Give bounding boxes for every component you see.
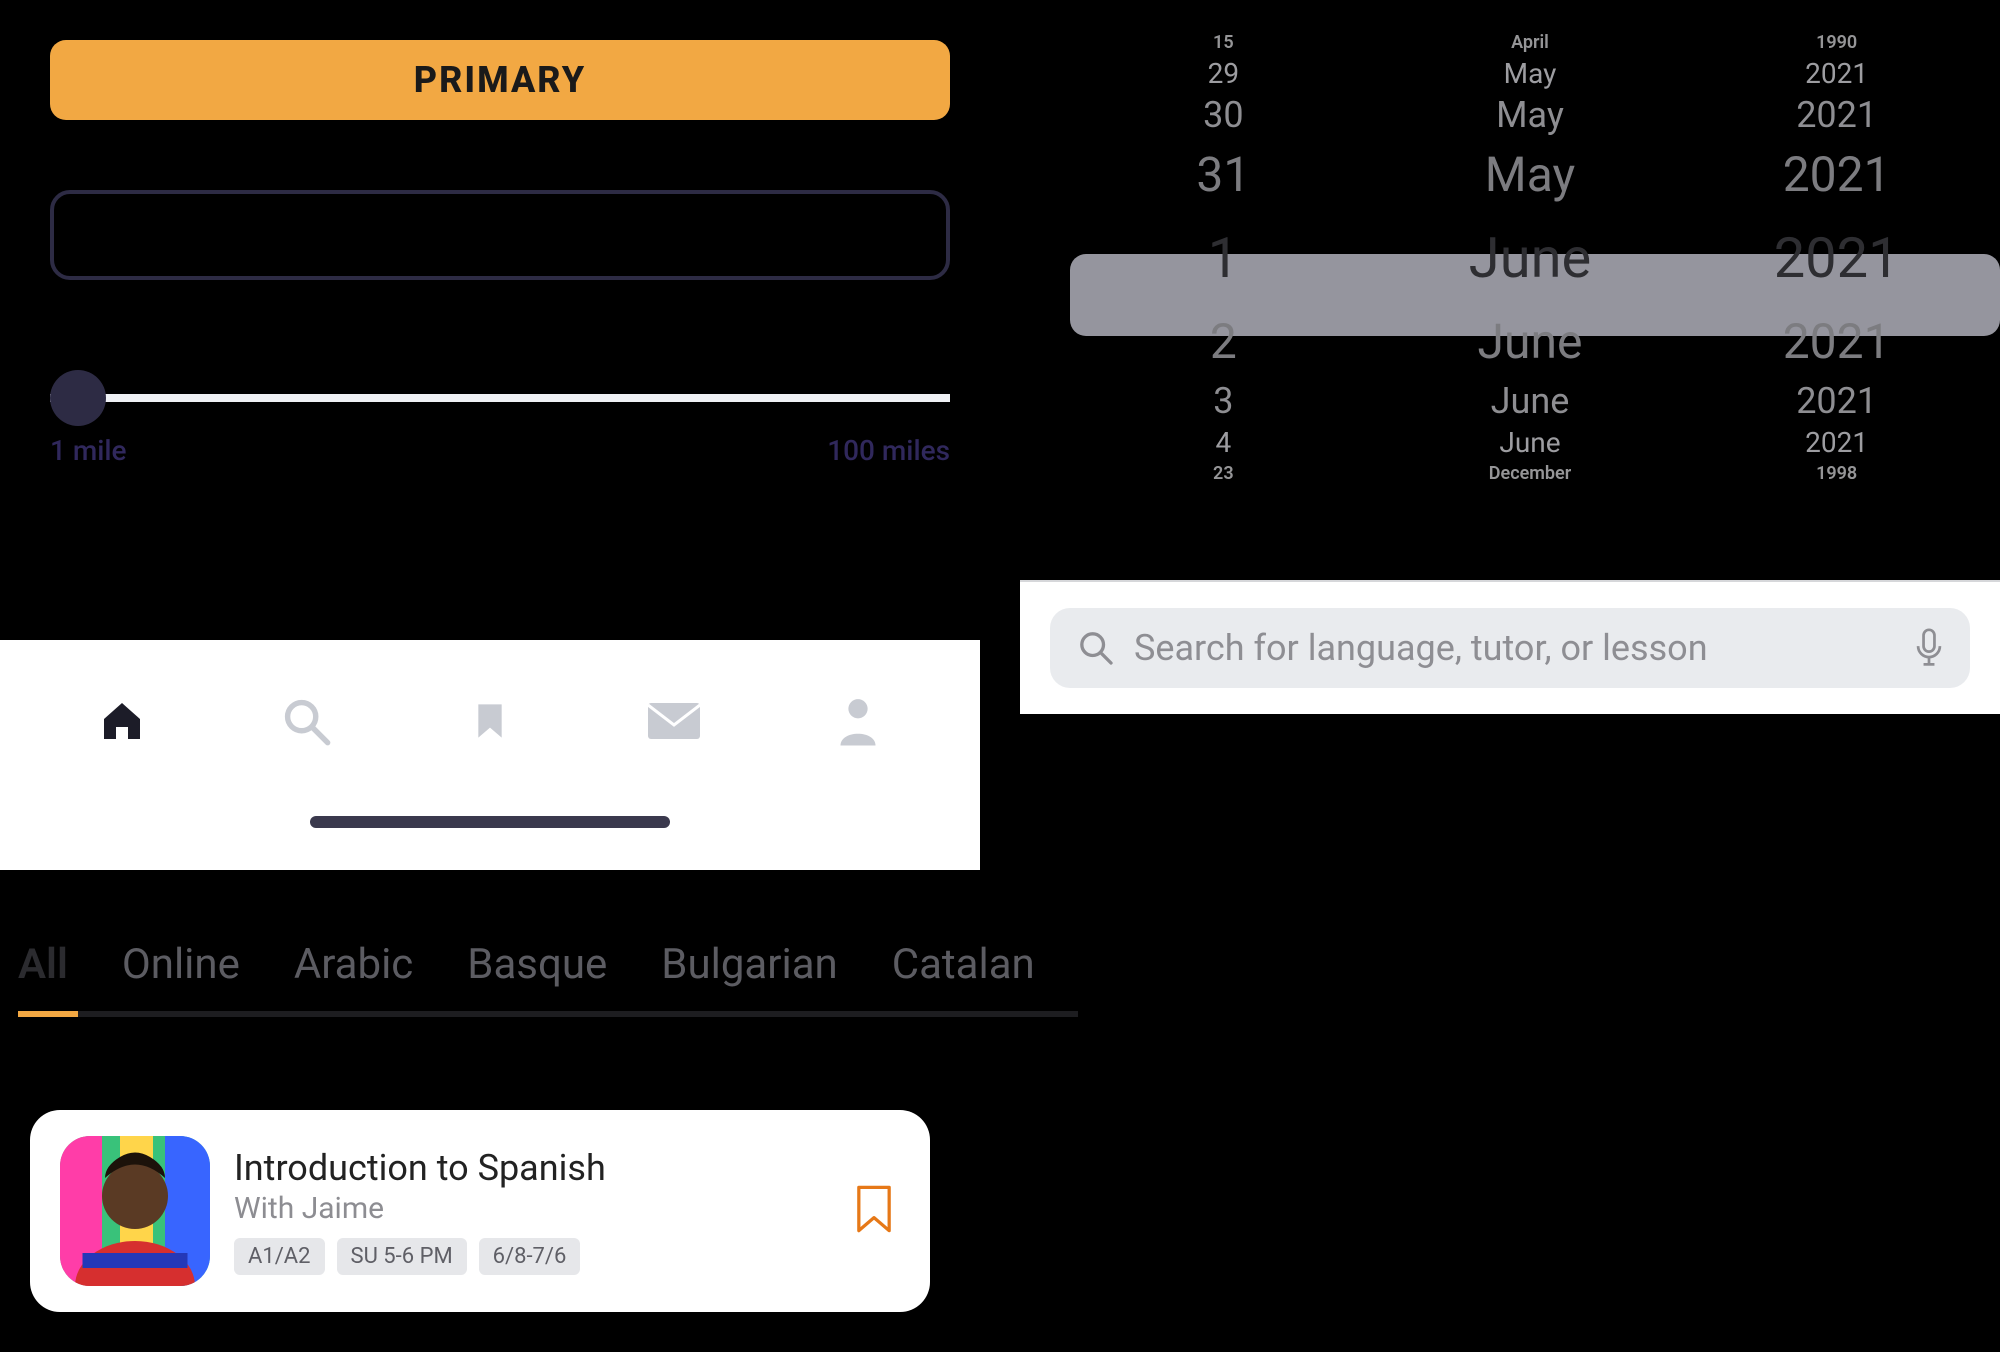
- date-picker-month: April: [1377, 32, 1684, 53]
- date-picker-year: 2021: [1683, 94, 1990, 136]
- date-picker-month: May: [1377, 94, 1684, 136]
- search-placeholder: Search for language, tutor, or lesson: [1134, 627, 1896, 669]
- tab-basque[interactable]: Basque: [467, 940, 607, 989]
- avatar: [60, 1136, 210, 1286]
- distance-slider[interactable]: 1 mile 100 miles: [50, 370, 950, 460]
- date-picker-month: June: [1377, 225, 1684, 291]
- date-picker-day: 15: [1070, 32, 1377, 53]
- date-picker-year: 2021: [1683, 57, 1990, 90]
- search-icon: [280, 695, 332, 747]
- search-input[interactable]: Search for language, tutor, or lesson: [1050, 608, 1970, 688]
- slider-min-label: 1 mile: [50, 434, 127, 467]
- date-picker-month: June: [1377, 380, 1684, 422]
- slider-max-label: 100 miles: [827, 434, 950, 467]
- date-picker-month: May: [1377, 57, 1684, 90]
- nav-home[interactable]: [90, 689, 154, 753]
- primary-button[interactable]: PRIMARY: [50, 40, 950, 120]
- date-picker-day: 29: [1070, 57, 1377, 90]
- date-picker-row[interactable]: 4June2021: [1070, 424, 1990, 461]
- date-picker-month: December: [1377, 463, 1684, 484]
- date-picker-day: 31: [1070, 146, 1377, 203]
- lesson-subtitle: With Jaime: [234, 1191, 828, 1226]
- microphone-icon[interactable]: [1914, 628, 1944, 668]
- date-picker-day: 4: [1070, 426, 1377, 459]
- date-picker-row[interactable]: 29May2021: [1070, 55, 1990, 92]
- profile-icon: [837, 695, 879, 747]
- home-indicator: [310, 816, 670, 828]
- date-picker-row[interactable]: 2June2021: [1070, 305, 1990, 378]
- tab-arabic[interactable]: Arabic: [294, 940, 413, 989]
- nav-profile[interactable]: [826, 689, 890, 753]
- date-picker-row[interactable]: 23December1998: [1070, 461, 1990, 486]
- date-picker-row[interactable]: 30May2021: [1070, 92, 1990, 138]
- home-icon: [98, 697, 146, 745]
- bookmark-toggle[interactable]: [852, 1183, 900, 1239]
- nav-search[interactable]: [274, 689, 338, 753]
- lesson-title: Introduction to Spanish: [234, 1147, 828, 1189]
- date-picker-day: 2: [1070, 313, 1377, 370]
- tab-all[interactable]: All: [18, 940, 68, 989]
- bottom-nav: [0, 640, 980, 870]
- text-input-outline[interactable]: [50, 190, 950, 280]
- date-picker-year: 2021: [1683, 146, 1990, 203]
- date-picker[interactable]: 15April199029May202130May202131May20211J…: [1070, 30, 1990, 486]
- lesson-chip: SU 5-6 PM: [337, 1238, 467, 1275]
- primary-button-label: PRIMARY: [414, 59, 586, 101]
- date-picker-row[interactable]: 3June2021: [1070, 378, 1990, 424]
- date-picker-day: 1: [1070, 225, 1377, 291]
- mail-icon: [646, 701, 702, 741]
- lesson-chip: A1/A2: [234, 1238, 325, 1275]
- language-tabs: All Online Arabic Basque Bulgarian Catalan: [18, 940, 1138, 1017]
- bookmark-outline-icon: [852, 1183, 896, 1235]
- tab-catalan[interactable]: Catalan: [892, 940, 1035, 989]
- tab-online[interactable]: Online: [122, 940, 240, 989]
- search-icon: [1076, 628, 1116, 668]
- date-picker-year: 2021: [1683, 380, 1990, 422]
- bookmark-icon: [470, 697, 510, 745]
- slider-thumb[interactable]: [50, 370, 106, 426]
- date-picker-row[interactable]: 31May2021: [1070, 138, 1990, 211]
- date-picker-year: 1998: [1683, 463, 1990, 484]
- date-picker-day: 23: [1070, 463, 1377, 484]
- nav-mail[interactable]: [642, 689, 706, 753]
- date-picker-month: June: [1377, 426, 1684, 459]
- tabs-underline: [18, 1011, 1078, 1017]
- date-picker-year: 1990: [1683, 32, 1990, 53]
- date-picker-row[interactable]: 15April1990: [1070, 30, 1990, 55]
- date-picker-month: June: [1377, 313, 1684, 370]
- date-picker-year: 2021: [1683, 313, 1990, 370]
- date-picker-day: 3: [1070, 380, 1377, 422]
- date-picker-year: 2021: [1683, 426, 1990, 459]
- tab-bulgarian[interactable]: Bulgarian: [661, 940, 837, 989]
- search-bar-container: Search for language, tutor, or lesson: [1020, 580, 2000, 714]
- nav-bookmark[interactable]: [458, 689, 522, 753]
- date-picker-year: 2021: [1683, 225, 1990, 291]
- lesson-card[interactable]: Introduction to Spanish With Jaime A1/A2…: [30, 1110, 930, 1312]
- date-picker-row[interactable]: 1June2021: [1070, 211, 1990, 305]
- date-picker-month: May: [1377, 146, 1684, 203]
- lesson-chip: 6/8-7/6: [479, 1238, 581, 1275]
- date-picker-day: 30: [1070, 94, 1377, 136]
- slider-track: [50, 394, 950, 402]
